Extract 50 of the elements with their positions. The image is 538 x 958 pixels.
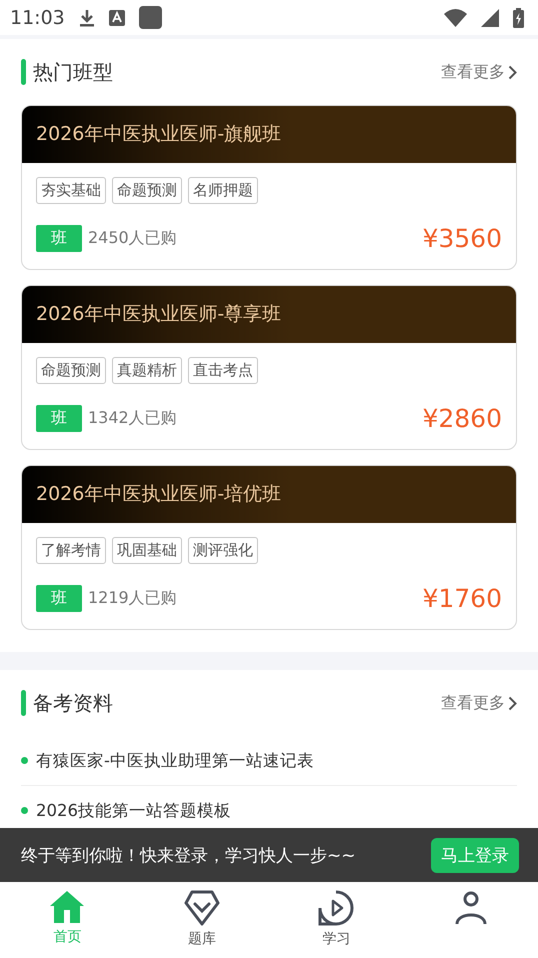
bullet-dot bbox=[21, 757, 28, 764]
checkmark-shield-icon bbox=[184, 890, 220, 926]
see-more-link[interactable]: 查看更多 bbox=[441, 62, 517, 82]
accent-bar bbox=[21, 690, 26, 716]
course-card[interactable]: 2026年中医执业医师-尊享班 命题预测 真题精析 直击考点 班 1342人已购 ¥2860 bbox=[21, 285, 517, 450]
wifi-icon bbox=[444, 8, 467, 26]
course-price: ¥3560 bbox=[422, 224, 502, 253]
section-title: 备考资料 bbox=[33, 690, 113, 716]
clock-time: 11:03 bbox=[10, 6, 65, 28]
class-badge: 班 bbox=[36, 405, 82, 432]
course-tag: 真题精析 bbox=[112, 357, 182, 384]
course-tag: 命题预测 bbox=[36, 357, 106, 384]
course-price: ¥2860 bbox=[422, 404, 502, 433]
login-prompt: 终于等到你啦！快来登录，学习快人一步~~ bbox=[21, 844, 356, 866]
course-tag: 名师押题 bbox=[188, 177, 258, 204]
course-title: 2026年中医执业医师-旗舰班 bbox=[22, 106, 516, 163]
buyer-count: 2450人已购 bbox=[88, 228, 177, 249]
app-square-icon bbox=[138, 6, 162, 29]
course-tag: 直击考点 bbox=[188, 357, 258, 384]
class-badge: 班 bbox=[36, 585, 82, 612]
course-tag: 夯实基础 bbox=[36, 177, 106, 204]
person-icon bbox=[452, 890, 489, 926]
course-card[interactable]: 2026年中医执业医师-旗舰班 夯实基础 命题预测 名师押题 班 2450人已购 ¥3560 bbox=[21, 105, 517, 270]
home-icon bbox=[49, 890, 86, 924]
signal-icon bbox=[481, 8, 499, 26]
keyboard-app-icon bbox=[108, 10, 125, 26]
course-price: ¥1760 bbox=[422, 584, 502, 613]
buyer-count: 1342人已购 bbox=[88, 408, 177, 429]
course-title: 2026年中医执业医师-尊享班 bbox=[22, 286, 516, 343]
course-tag: 巩固基础 bbox=[112, 537, 182, 564]
class-badge: 班 bbox=[36, 225, 82, 252]
course-title: 2026年中医执业医师-培优班 bbox=[22, 466, 516, 523]
section-title: 热门班型 bbox=[33, 58, 113, 86]
chevron-right-icon bbox=[508, 696, 517, 710]
buyer-count: 1219人已购 bbox=[88, 588, 177, 609]
battery-icon bbox=[513, 8, 524, 28]
course-tag: 了解考情 bbox=[36, 537, 106, 564]
material-link[interactable]: 有猿医家-中医执业助理第一站速记表 bbox=[36, 750, 314, 772]
course-tag: 测评强化 bbox=[188, 537, 258, 564]
nav-tab[interactable]: 题库 bbox=[134, 882, 269, 958]
nav-tab[interactable]: 学习 bbox=[269, 882, 404, 958]
bullet-dot bbox=[21, 807, 28, 814]
download-icon bbox=[78, 8, 95, 26]
chevron-right-icon bbox=[508, 64, 517, 80]
play-icon bbox=[318, 890, 354, 926]
accent-bar bbox=[21, 59, 26, 85]
course-tag: 命题预测 bbox=[112, 177, 182, 204]
see-more-link[interactable]: 查看更多 bbox=[441, 692, 517, 714]
course-card[interactable]: 2026年中医执业医师-培优班 了解考情 巩固基础 测评强化 班 1219人已购 ¥1760 bbox=[21, 465, 517, 630]
material-link[interactable]: 2026技能第一站答题模板 bbox=[36, 800, 231, 822]
